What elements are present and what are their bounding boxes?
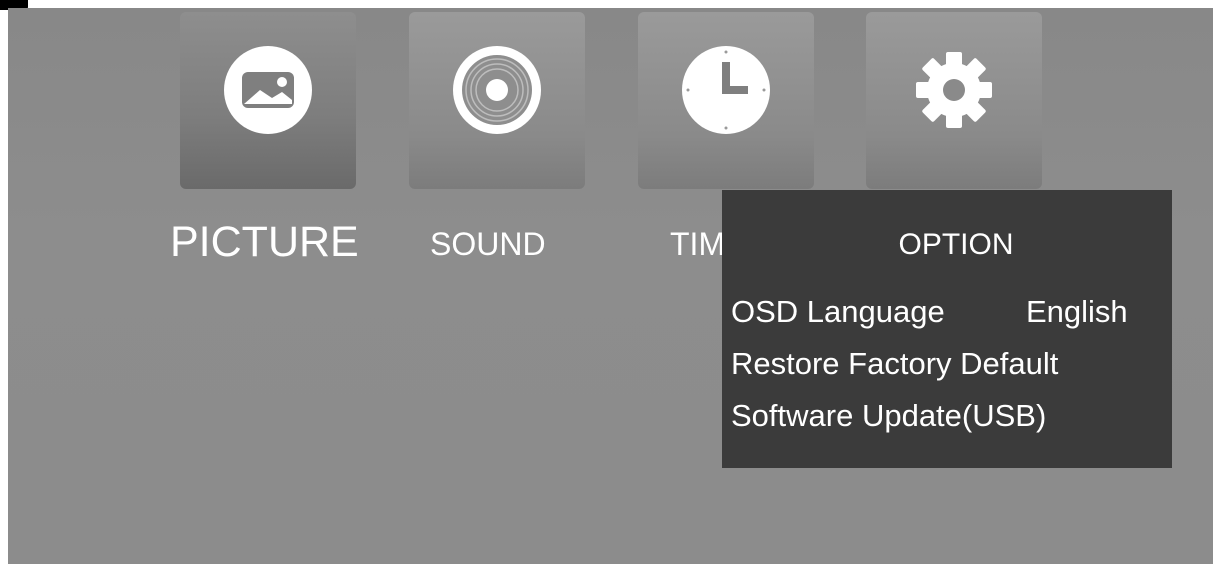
menu-item-label: Restore Factory Default [731,346,1059,381]
menu-item-osd-language[interactable]: OSD Language English [731,294,1128,330]
menu-item-software-update[interactable]: Software Update(USB) [731,398,1046,434]
picture-icon [224,45,312,134]
tile-label-sound: SOUND [430,226,546,262]
submenu-title: OPTION [898,228,1014,261]
osd-language-value: English [1026,294,1128,329]
tile-time[interactable] [638,12,814,189]
option-submenu: OPTION OSD Language English Restore Fact… [722,190,1172,468]
tile-option[interactable] [866,12,1042,189]
sound-icon [453,45,541,134]
tile-label-picture: PICTURE [170,218,359,266]
tile-picture[interactable] [180,12,356,189]
clock-icon [682,45,770,134]
menu-item-label: Software Update(USB) [731,398,1047,433]
tv-menu-screen: PICTURE SOUND TIME OPTION OSD Language E… [8,8,1213,564]
menu-item-restore-factory-default[interactable]: Restore Factory Default [731,346,1058,382]
menu-item-label: OSD Language [731,294,945,329]
tile-sound[interactable] [409,12,585,189]
tile-label-time: TIME [670,226,722,262]
gear-icon [916,51,992,128]
